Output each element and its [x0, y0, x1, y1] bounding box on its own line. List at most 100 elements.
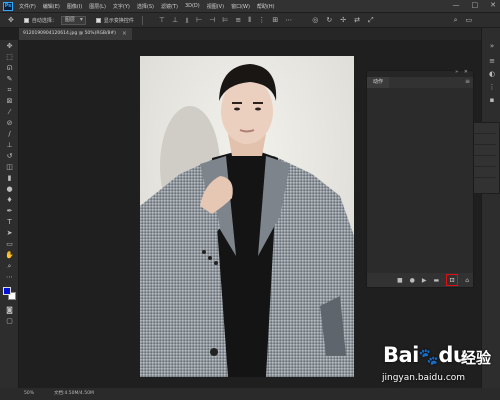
panel-row: [472, 134, 496, 145]
menu-filter[interactable]: 滤镜(T): [161, 3, 178, 10]
pen-tool-icon[interactable]: ✒: [4, 207, 15, 216]
search-icon[interactable]: ⌕: [454, 16, 458, 25]
align-top-icon[interactable]: ⊤: [159, 16, 165, 25]
marquee-tool-icon[interactable]: ⬚: [4, 53, 15, 62]
close-tab-icon[interactable]: ×: [122, 28, 127, 40]
hand-tool-icon[interactable]: ✋: [4, 251, 15, 260]
watermark-brand: Bai🐾du: [383, 343, 468, 367]
document-tab[interactable]: 9120190904120614.jpg @ 50%(RGB/8#) ×: [19, 28, 132, 40]
distribute-icon[interactable]: ≡: [235, 16, 241, 25]
quick-select-tool-icon[interactable]: ✎: [4, 75, 15, 84]
more-tools-icon[interactable]: ⋯: [4, 273, 15, 282]
history-brush-tool-icon[interactable]: ↺: [4, 152, 15, 161]
menu-type[interactable]: 文字(Y): [113, 3, 130, 10]
pan-3d-icon[interactable]: ✢: [340, 16, 346, 24]
options-bar: ✥ 自动选择： 图层 显示变换控件 ⊤ ⊥ ⫫ ⊢ ⊣ ⊨ ≡ ⦀ ⋮ ⊞ ⋯ …: [0, 12, 500, 28]
record-icon[interactable]: ●: [410, 277, 415, 284]
blur-tool-icon[interactable]: ●: [4, 185, 15, 194]
frame-tool-icon[interactable]: ⊠: [4, 97, 15, 106]
stop-icon[interactable]: ■: [397, 277, 403, 284]
distribute-h-icon[interactable]: ⦀: [248, 16, 251, 25]
quick-mask-icon[interactable]: ◙: [4, 306, 15, 315]
menu-layer[interactable]: 图层(L): [89, 3, 106, 10]
menu-help[interactable]: 帮助(H): [257, 3, 275, 10]
foreground-color-swatch[interactable]: [3, 287, 11, 295]
healing-brush-tool-icon[interactable]: ⊘: [4, 119, 15, 128]
lasso-tool-icon[interactable]: ᘏ: [4, 64, 15, 73]
watermark-cn: 经验: [461, 349, 492, 367]
document-image[interactable]: [140, 56, 354, 377]
trash-icon[interactable]: ⌂: [465, 277, 469, 284]
auto-select-checkbox[interactable]: [23, 17, 29, 23]
actions-tab[interactable]: 动作: [367, 77, 390, 88]
align-right-icon[interactable]: ⊨: [222, 16, 228, 25]
actions-list[interactable]: [367, 88, 473, 274]
show-transform-checkbox[interactable]: [95, 17, 101, 23]
align-bottom-icon[interactable]: ⫫: [185, 16, 189, 25]
3d-mode-icon[interactable]: ◎: [312, 16, 318, 24]
screen-mode-icon[interactable]: ▢: [4, 317, 15, 326]
panel-row: [472, 145, 496, 156]
crop-tool-icon[interactable]: ⌗: [4, 86, 15, 95]
align-middle-icon[interactable]: ⊥: [172, 16, 178, 25]
actions-toolbar: ■ ● ▶ ▬ ⊡ ⌂: [367, 273, 473, 287]
align-buttons: ⊤ ⊥ ⫫ ⊢ ⊣ ⊨ ≡ ⦀ ⋮ ⊞ ⋯: [159, 16, 292, 25]
panel-toggle-icon[interactable]: »: [487, 42, 497, 50]
rotate-3d-icon[interactable]: ↻: [326, 16, 332, 24]
actions-panel: » ✕ 动作 ≡ ■ ● ▶ ▬ ⊡ ⌂: [366, 69, 474, 288]
new-action-icon[interactable]: ⊡: [446, 274, 459, 286]
show-transform-label: 显示变换控件: [103, 17, 134, 24]
menu-edit[interactable]: 编辑(E): [43, 3, 60, 10]
minimize-button[interactable]: —: [453, 1, 460, 9]
panel-row: [472, 167, 496, 178]
panel-window-controls[interactable]: » ✕: [455, 69, 470, 75]
menu-bar: Ps 文件(F) 编辑(E) 图像(I) 图层(L) 文字(Y) 选择(S) 滤…: [0, 0, 500, 12]
path-select-tool-icon[interactable]: ➤: [4, 229, 15, 238]
distribute-v-icon[interactable]: ⋮: [258, 16, 265, 25]
auto-select-label: 自动选择：: [31, 17, 57, 24]
align-left-icon[interactable]: ⊢: [196, 16, 202, 25]
type-tool-icon[interactable]: T: [4, 218, 15, 227]
maximize-button[interactable]: □: [472, 1, 479, 9]
history-panel-icon[interactable]: ≡: [487, 57, 497, 65]
gradient-tool-icon[interactable]: ▮: [4, 174, 15, 183]
folder-icon[interactable]: ▬: [434, 277, 440, 284]
auto-select-dropdown[interactable]: 图层: [60, 15, 86, 25]
panel-dock: » ≡ ◐ ⋮ ▪: [481, 28, 500, 388]
rectangle-tool-icon[interactable]: ▭: [4, 240, 15, 249]
zoom-level[interactable]: 50%: [24, 388, 34, 400]
window-controls: — □ ✕: [453, 1, 497, 9]
play-icon[interactable]: ▶: [422, 277, 427, 284]
close-window-button[interactable]: ✕: [490, 1, 496, 9]
adjustments-panel-icon[interactable]: ▪: [487, 96, 497, 104]
photoshop-logo: Ps: [3, 1, 13, 11]
document-size[interactable]: 文档:4.50M/4.50M: [54, 388, 94, 400]
color-panel-icon[interactable]: ◐: [487, 70, 497, 78]
move-icon[interactable]: ✥: [8, 16, 14, 24]
move-tool-icon[interactable]: ✥: [4, 42, 15, 51]
menu-window[interactable]: 窗口(W): [231, 3, 250, 10]
eraser-tool-icon[interactable]: ◫: [4, 163, 15, 172]
baidu-jingyan-watermark: Bai🐾du 经验 jingyan.baidu.com: [378, 340, 496, 396]
brush-tool-icon[interactable]: ∕: [4, 130, 15, 139]
menu-view[interactable]: 视图(V): [207, 3, 224, 10]
auto-align-icon[interactable]: ⊞: [272, 16, 278, 25]
menu-image[interactable]: 图像(I): [67, 3, 82, 10]
slide-3d-icon[interactable]: ⇄: [354, 16, 360, 24]
dodge-tool-icon[interactable]: ♦: [4, 196, 15, 205]
menu-3d[interactable]: 3D(D): [185, 3, 200, 9]
align-center-icon[interactable]: ⊣: [209, 16, 215, 25]
panel-row: [472, 156, 496, 167]
divider: [141, 15, 143, 25]
menu-select[interactable]: 选择(S): [137, 3, 154, 10]
scale-3d-icon[interactable]: ⤢: [368, 16, 374, 25]
eyedropper-tool-icon[interactable]: ⁄: [4, 108, 15, 117]
more-icon[interactable]: ⋯: [285, 16, 292, 25]
workspace-icon[interactable]: ▭: [466, 16, 473, 24]
properties-panel-icon[interactable]: ⋮: [487, 83, 497, 91]
menu-file[interactable]: 文件(F): [19, 3, 36, 10]
clone-stamp-tool-icon[interactable]: ⊥: [4, 141, 15, 150]
watermark-url: jingyan.baidu.com: [382, 373, 466, 383]
zoom-tool-icon[interactable]: ⌕: [4, 262, 15, 271]
panel-menu-icon[interactable]: ≡: [465, 78, 470, 85]
